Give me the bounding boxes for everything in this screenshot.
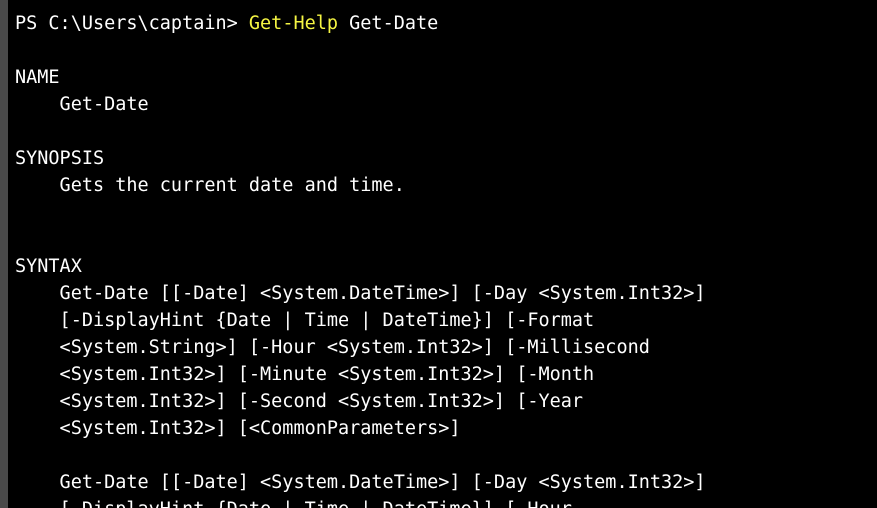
powershell-terminal[interactable]: PS C:\Users\captain> Get-Help Get-Date N… (0, 0, 877, 508)
name-value: Get-Date (15, 94, 149, 115)
name-header: NAME (15, 67, 60, 88)
syntax-line: [-DisplayHint {Date | Time | DateTime}] … (15, 496, 877, 508)
syntax-line: Get-Date [[-Date] <System.DateTime>] [-D… (15, 472, 706, 493)
prompt-argument: Get-Date (338, 13, 439, 34)
syntax-line: <System.Int32>] [-Minute <System.Int32>]… (15, 364, 595, 385)
syntax-line: [-DisplayHint {Date | Time | DateTime}] … (15, 310, 595, 331)
syntax-line: <System.String>] [-Hour <System.Int32>] … (15, 337, 650, 358)
prompt-prefix: PS C:\Users\captain> (15, 13, 249, 34)
prompt-command: Get-Help (248, 13, 339, 34)
window-left-edge (0, 0, 8, 508)
synopsis-header: SYNOPSIS (15, 148, 105, 169)
terminal-output: PS C:\Users\captain> Get-Help Get-Date N… (15, 10, 877, 508)
syntax-line: Get-Date [[-Date] <System.DateTime>] [-D… (15, 283, 706, 304)
syntax-header: SYNTAX (15, 256, 82, 277)
synopsis-value: Gets the current date and time. (15, 175, 405, 196)
syntax-line: <System.Int32>] [<CommonParameters>] (15, 418, 461, 439)
syntax-line: <System.Int32>] [-Second <System.Int32>]… (15, 391, 584, 412)
prompt-line: PS C:\Users\captain> Get-Help Get-Date (15, 10, 877, 37)
